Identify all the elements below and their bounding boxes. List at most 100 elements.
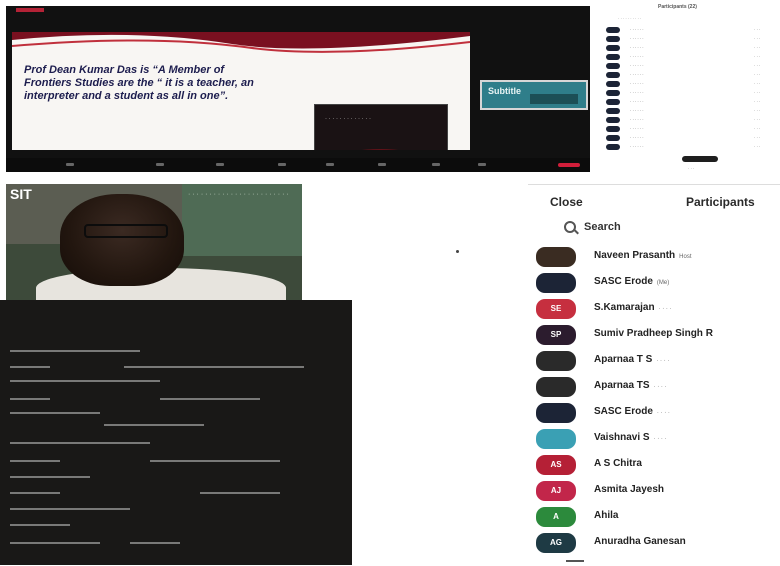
mini-name: · · · · · · [630, 54, 644, 59]
participant-row[interactable]: AS A S Chitra [536, 455, 780, 479]
participant-row[interactable]: Naveen Prasanth Host [536, 247, 780, 271]
participant-avatar [536, 377, 576, 397]
participant-name: Sumiv Pradheep Singh R [594, 328, 713, 339]
participant-avatar: A [536, 507, 576, 527]
mini-list-row[interactable]: · · · · · · · · · [606, 27, 776, 34]
participant-row[interactable]: SASC Erode · · · · [536, 403, 780, 427]
mini-list-row[interactable]: · · · · · · · · · [606, 108, 776, 115]
tab-close[interactable]: Close [550, 195, 583, 209]
slide-embedded-video[interactable]: · · · · · · · · · · · · · [314, 104, 448, 150]
participant-name: Asmita Jayesh [594, 484, 665, 495]
participant-row[interactable]: Aparnaa T S · · · · [536, 351, 780, 375]
participant-row[interactable]: Vaishnavi S · · · · [536, 429, 780, 453]
participant-row[interactable]: AJ Asmita Jayesh [536, 481, 780, 505]
mini-name: · · · · · · [630, 135, 644, 140]
mini-list-row[interactable]: · · · · · · · · · [606, 45, 776, 52]
mini-name: · · · · · · [630, 81, 644, 86]
mini-list-subtitle: · · · · · · · · · · [618, 16, 642, 21]
participant-name: Aparnaa T S · · · · [594, 354, 670, 365]
mini-avatar [606, 108, 620, 114]
toolbar-security-icon[interactable] [216, 163, 224, 166]
participant-row[interactable]: SE S.Kamarajan · · · · [536, 299, 780, 323]
chat-message [10, 524, 70, 526]
mini-list-row[interactable]: · · · · · · · · · [606, 144, 776, 151]
mini-list-row[interactable]: · · · · · · · · · [606, 63, 776, 70]
participant-name: Anuradha Ganesan [594, 536, 686, 547]
toolbar-mic-icon[interactable] [66, 163, 74, 166]
participant-name: SASC Erode · · · · [594, 406, 670, 417]
mini-list-row[interactable]: · · · · · · · · · [606, 117, 776, 124]
participant-row[interactable]: SP Sumiv Pradheep Singh R [536, 325, 780, 349]
participant-row[interactable]: A Ahila [536, 507, 780, 531]
participant-avatar: AS [536, 455, 576, 475]
mini-name: · · · · · · [630, 117, 644, 122]
share-indicator [16, 8, 44, 12]
search-input[interactable]: Search [584, 221, 621, 233]
participant-avatar: SE [536, 299, 576, 319]
participant-row[interactable]: AG Anuradha Ganesan [536, 533, 780, 557]
end-meeting-button[interactable] [558, 163, 580, 167]
participant-avatar [536, 247, 576, 267]
chalkboard-text: · · · · · · · · · · · · · · · · · · · · … [188, 191, 289, 198]
mini-status: · · · [754, 81, 761, 86]
mini-avatar [606, 144, 620, 150]
toolbar-video-icon[interactable] [156, 163, 164, 166]
shared-screen: Prof Dean Kumar Das is “A Member of Fron… [6, 6, 590, 172]
mini-avatar [606, 36, 620, 42]
chat-message [10, 398, 50, 400]
mini-list-row[interactable]: · · · · · · · · · [606, 54, 776, 61]
mini-status: · · · [754, 54, 761, 59]
embedded-video-caption: · · · · · · · · · · · · · [325, 116, 371, 122]
mini-list-row[interactable]: · · · · · · · · · [606, 81, 776, 88]
panel-scroll-indicator[interactable] [566, 560, 584, 562]
participant-name: S.Kamarajan · · · · [594, 302, 672, 313]
chat-message [150, 460, 280, 462]
mini-list-row[interactable]: · · · · · · · · · [606, 135, 776, 142]
mini-list-button[interactable] [682, 156, 718, 162]
cursor-dot [456, 250, 459, 253]
mini-avatar [606, 45, 620, 51]
toolbar-record-icon[interactable] [432, 163, 440, 166]
mini-status: · · · [754, 36, 761, 41]
chat-message [160, 398, 260, 400]
wall-text: SIT [10, 186, 32, 202]
chat-panel [0, 300, 352, 565]
mini-name: · · · · · · [630, 45, 644, 50]
participant-row[interactable]: Aparnaa TS · · · · [536, 377, 780, 401]
chat-message [10, 380, 160, 382]
mini-name: · · · · · · [630, 99, 644, 104]
tab-participants[interactable]: Participants [686, 195, 755, 209]
chat-message [10, 350, 140, 352]
participant-avatar: AG [536, 533, 576, 553]
mini-list-row[interactable]: · · · · · · · · · [606, 36, 776, 43]
mini-list-row[interactable]: · · · · · · · · · [606, 72, 776, 79]
toolbar-chat-icon[interactable] [326, 163, 334, 166]
share-toolbar [6, 158, 590, 172]
mini-list-row[interactable]: · · · · · · · · · [606, 90, 776, 97]
presenter-thumbnail[interactable]: Subtitle [480, 80, 588, 110]
search-icon[interactable] [564, 221, 576, 233]
chat-message [200, 492, 280, 494]
toolbar-share-icon[interactable] [378, 163, 386, 166]
slide-text: Prof Dean Kumar Das is “A Member of Fron… [24, 64, 254, 102]
mini-list-title: Participants (22) [658, 4, 697, 10]
participant-row[interactable]: SASC Erode (Me) [536, 273, 780, 297]
mini-avatar [606, 117, 620, 123]
toolbar-participants-icon[interactable] [278, 163, 286, 166]
mini-name: · · · · · · [630, 72, 644, 77]
mini-avatar [606, 63, 620, 69]
mini-name: · · · · · · [630, 144, 644, 149]
toolbar-reactions-icon[interactable] [478, 163, 486, 166]
mini-list-more[interactable]: · · · [688, 166, 694, 171]
mini-list-row[interactable]: · · · · · · · · · [606, 99, 776, 106]
mini-name: · · · · · · [630, 36, 644, 41]
mini-status: · · · [754, 90, 761, 95]
chat-message [10, 442, 150, 444]
mini-avatar [606, 90, 620, 96]
chat-message [10, 508, 130, 510]
mini-list-row[interactable]: · · · · · · · · · [606, 126, 776, 133]
speaker-video: SIT · · · · · · · · · · · · · · · · · · … [6, 184, 302, 300]
mini-avatar [606, 99, 620, 105]
participants-mini-list: Participants (22) · · · · · · · · · · · … [600, 0, 780, 178]
participant-avatar [536, 351, 576, 371]
